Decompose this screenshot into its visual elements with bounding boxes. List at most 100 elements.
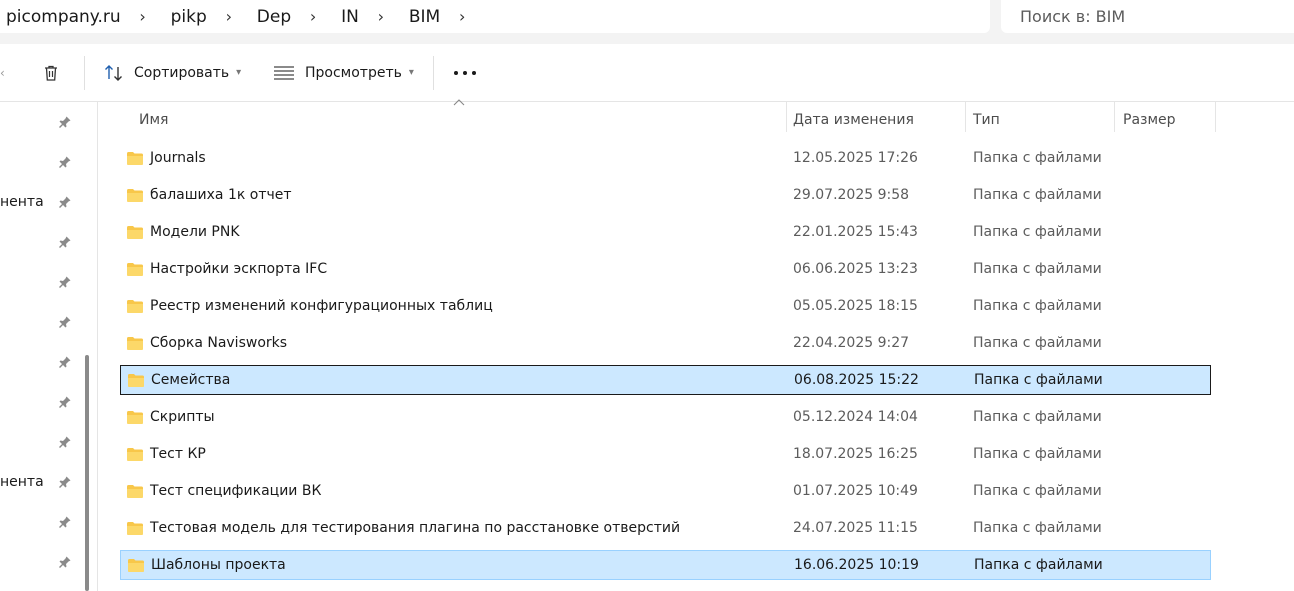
folder-icon <box>127 226 143 239</box>
folder-icon <box>127 411 143 424</box>
breadcrumb-item[interactable]: BIM <box>403 7 440 27</box>
file-name: Скрипты <box>150 409 215 425</box>
file-date: 05.12.2024 14:04 <box>793 409 918 425</box>
pin-icon[interactable] <box>58 235 72 249</box>
sort-label: Сортировать <box>134 64 230 81</box>
file-date: 01.07.2025 10:49 <box>793 483 918 499</box>
file-type: Папка с файлами <box>973 409 1102 425</box>
file-name: Модели PNK <box>150 224 240 240</box>
file-date: 29.07.2025 9:58 <box>793 187 910 203</box>
chevron-right-icon[interactable]: › <box>440 7 484 26</box>
scrollbar[interactable] <box>85 355 89 591</box>
trash-icon <box>45 65 57 81</box>
chevron-right-icon[interactable]: › <box>359 7 403 26</box>
column-divider[interactable] <box>1215 102 1216 132</box>
file-name: Тест КР <box>150 446 206 462</box>
column-size[interactable]: Размер <box>1123 102 1213 138</box>
sort-icon <box>105 64 122 81</box>
column-name[interactable]: Имя <box>139 102 779 138</box>
file-type: Папка с файлами <box>973 298 1102 314</box>
table-row[interactable]: Сборка Navisworks 22.04.2025 9:27 Папка … <box>120 329 1211 359</box>
navigation-pane: нента нента <box>0 102 97 591</box>
breadcrumb-item[interactable]: picompany.ru <box>0 7 121 27</box>
delete-button[interactable] <box>38 44 64 101</box>
file-type: Папка с файлами <box>973 150 1102 166</box>
more-options-button[interactable] <box>452 44 478 101</box>
folder-icon <box>128 559 144 572</box>
column-header: Имя Дата изменения Тип Размер <box>98 102 1294 138</box>
breadcrumb-item[interactable]: IN <box>335 7 359 27</box>
breadcrumb-item[interactable]: pikp <box>165 7 207 27</box>
file-name: Реестр изменений конфигурационных таблиц <box>150 298 493 314</box>
address-bar[interactable]: picompany.ru › pikp › Dep › IN › BIM › <box>0 0 990 33</box>
pin-icon[interactable] <box>58 435 72 449</box>
folder-icon <box>127 337 143 350</box>
table-row[interactable]: Тестовая модель для тестирования плагина… <box>120 514 1211 544</box>
file-date: 12.05.2025 17:26 <box>793 150 918 166</box>
folder-icon <box>127 300 143 313</box>
file-type: Папка с файлами <box>973 483 1102 499</box>
chevron-right-icon[interactable]: › <box>291 7 335 26</box>
file-date: 16.06.2025 10:19 <box>794 557 919 573</box>
nav-item-label[interactable]: нента <box>0 474 44 490</box>
pin-icon[interactable] <box>58 355 72 369</box>
pin-icon[interactable] <box>58 395 72 409</box>
pin-icon[interactable] <box>58 555 72 569</box>
file-date: 06.06.2025 13:23 <box>793 261 918 277</box>
table-row[interactable]: Настройки эскпорта IFC 06.06.2025 13:23 … <box>120 255 1211 285</box>
folder-icon <box>127 189 143 202</box>
chevron-right-icon[interactable]: › <box>121 7 165 26</box>
view-button[interactable]: Просмотреть ▾ <box>273 44 414 101</box>
file-type: Папка с файлами <box>973 446 1102 462</box>
search-placeholder: Поиск в: BIM <box>1020 7 1126 26</box>
nav-item-label[interactable]: нента <box>0 194 44 210</box>
file-name: Семейства <box>151 372 231 388</box>
more-icon <box>454 70 476 75</box>
column-date[interactable]: Дата изменения <box>793 102 963 138</box>
pin-icon[interactable] <box>58 195 72 209</box>
chevron-right-icon[interactable]: › <box>207 7 251 26</box>
table-row[interactable]: балашиха 1к отчет 29.07.2025 9:58 Папка … <box>120 181 1211 211</box>
pin-icon[interactable] <box>58 275 72 289</box>
folder-icon <box>127 485 143 498</box>
pin-icon[interactable] <box>58 155 72 169</box>
search-input[interactable]: Поиск в: BIM <box>1001 0 1294 33</box>
table-row[interactable]: Модели PNK 22.01.2025 15:43 Папка с файл… <box>120 218 1211 248</box>
file-type: Папка с файлами <box>973 224 1102 240</box>
file-type: Папка с файлами <box>974 557 1103 573</box>
pin-icon[interactable] <box>58 115 72 129</box>
file-name: Journals <box>150 150 206 166</box>
file-date: 05.05.2025 18:15 <box>793 298 918 314</box>
pin-icon[interactable] <box>58 515 72 529</box>
table-row[interactable]: Реестр изменений конфигурационных таблиц… <box>120 292 1211 322</box>
toolbar-left-edge: ‹ <box>0 65 5 80</box>
file-name: Тест спецификации ВК <box>150 483 322 499</box>
column-type-label: Тип <box>973 112 1000 128</box>
column-date-label: Дата изменения <box>793 112 914 128</box>
top-bar: picompany.ru › pikp › Dep › IN › BIM › П… <box>0 0 1294 44</box>
file-type: Папка с файлами <box>974 372 1103 388</box>
pin-icon[interactable] <box>58 315 72 329</box>
breadcrumb-item[interactable]: Dep <box>251 7 291 27</box>
file-date: 22.01.2025 15:43 <box>793 224 918 240</box>
table-row[interactable]: Шаблоны проекта 16.06.2025 10:19 Папка с… <box>120 550 1211 580</box>
file-type: Папка с файлами <box>973 520 1102 536</box>
table-row[interactable]: Тест КР 18.07.2025 16:25 Папка с файлами <box>120 440 1211 470</box>
table-row[interactable]: Семейства 06.08.2025 15:22 Папка с файла… <box>120 365 1211 395</box>
file-name: Шаблоны проекта <box>151 557 286 573</box>
file-date: 18.07.2025 16:25 <box>793 446 918 462</box>
sort-button[interactable]: Сортировать ▾ <box>103 44 241 101</box>
pin-icon[interactable] <box>58 475 72 489</box>
file-date: 06.08.2025 15:22 <box>794 372 919 388</box>
table-row[interactable]: Скрипты 05.12.2024 14:04 Папка с файлами <box>120 403 1211 433</box>
column-divider[interactable] <box>1114 102 1115 132</box>
file-name: Сборка Navisworks <box>150 335 288 351</box>
column-name-label: Имя <box>139 112 169 128</box>
folder-icon <box>128 374 144 387</box>
column-type[interactable]: Тип <box>973 102 1113 138</box>
table-row[interactable]: Journals 12.05.2025 17:26 Папка с файлам… <box>120 144 1211 174</box>
command-bar: ‹ Сортировать ▾ Просмотреть ▾ <box>0 44 1294 102</box>
table-row[interactable]: Тест спецификации ВК 01.07.2025 10:49 Па… <box>120 477 1211 507</box>
column-divider[interactable] <box>965 102 966 132</box>
column-divider[interactable] <box>786 102 787 132</box>
